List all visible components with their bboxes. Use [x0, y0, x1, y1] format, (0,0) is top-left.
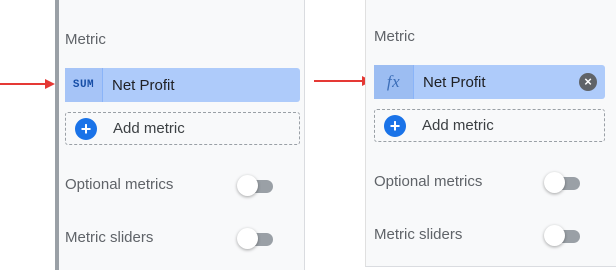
optional-metrics-toggle[interactable]	[237, 175, 275, 197]
toggle-knob	[544, 225, 565, 246]
annotation-arrow-left	[0, 79, 55, 89]
add-circle-icon: +	[384, 114, 406, 137]
toggle-knob	[237, 228, 258, 249]
metric-chip[interactable]: fx Net Profit ×	[374, 65, 605, 99]
aggregation-badge-sum[interactable]: SUM	[65, 68, 103, 102]
annotation-arrow-right	[314, 76, 372, 86]
formula-badge-fx[interactable]: fx	[374, 65, 414, 99]
toggle-knob	[237, 175, 258, 196]
metric-panel-right: Metric fx Net Profit × + Add metric Opti…	[365, 0, 616, 267]
add-metric-button[interactable]: + Add metric	[374, 109, 605, 142]
metric-section-title: Metric	[65, 31, 106, 48]
metric-chip-label: Net Profit	[112, 76, 175, 94]
add-metric-button[interactable]: + Add metric	[65, 112, 300, 145]
metric-section-title: Metric	[374, 28, 415, 45]
close-circle-icon[interactable]: ×	[579, 73, 597, 91]
metric-panel-left: Metric SUM Net Profit + Add metric Optio…	[55, 0, 305, 270]
add-circle-icon: +	[75, 117, 97, 140]
optional-metrics-label: Optional metrics	[65, 176, 174, 193]
metric-sliders-toggle[interactable]	[237, 228, 275, 250]
metric-sliders-label: Metric sliders	[65, 229, 154, 246]
add-metric-label: Add metric	[113, 120, 185, 137]
toggle-knob	[544, 172, 565, 193]
add-metric-label: Add metric	[422, 117, 494, 134]
optional-metrics-toggle[interactable]	[544, 172, 582, 194]
optional-metrics-label: Optional metrics	[374, 173, 483, 190]
metric-sliders-toggle[interactable]	[544, 225, 582, 247]
metric-chip[interactable]: SUM Net Profit	[65, 68, 300, 102]
metric-chip-label: Net Profit	[423, 73, 486, 91]
metric-sliders-label: Metric sliders	[374, 226, 463, 243]
comparison-stage: Metric SUM Net Profit + Add metric Optio…	[0, 0, 616, 270]
